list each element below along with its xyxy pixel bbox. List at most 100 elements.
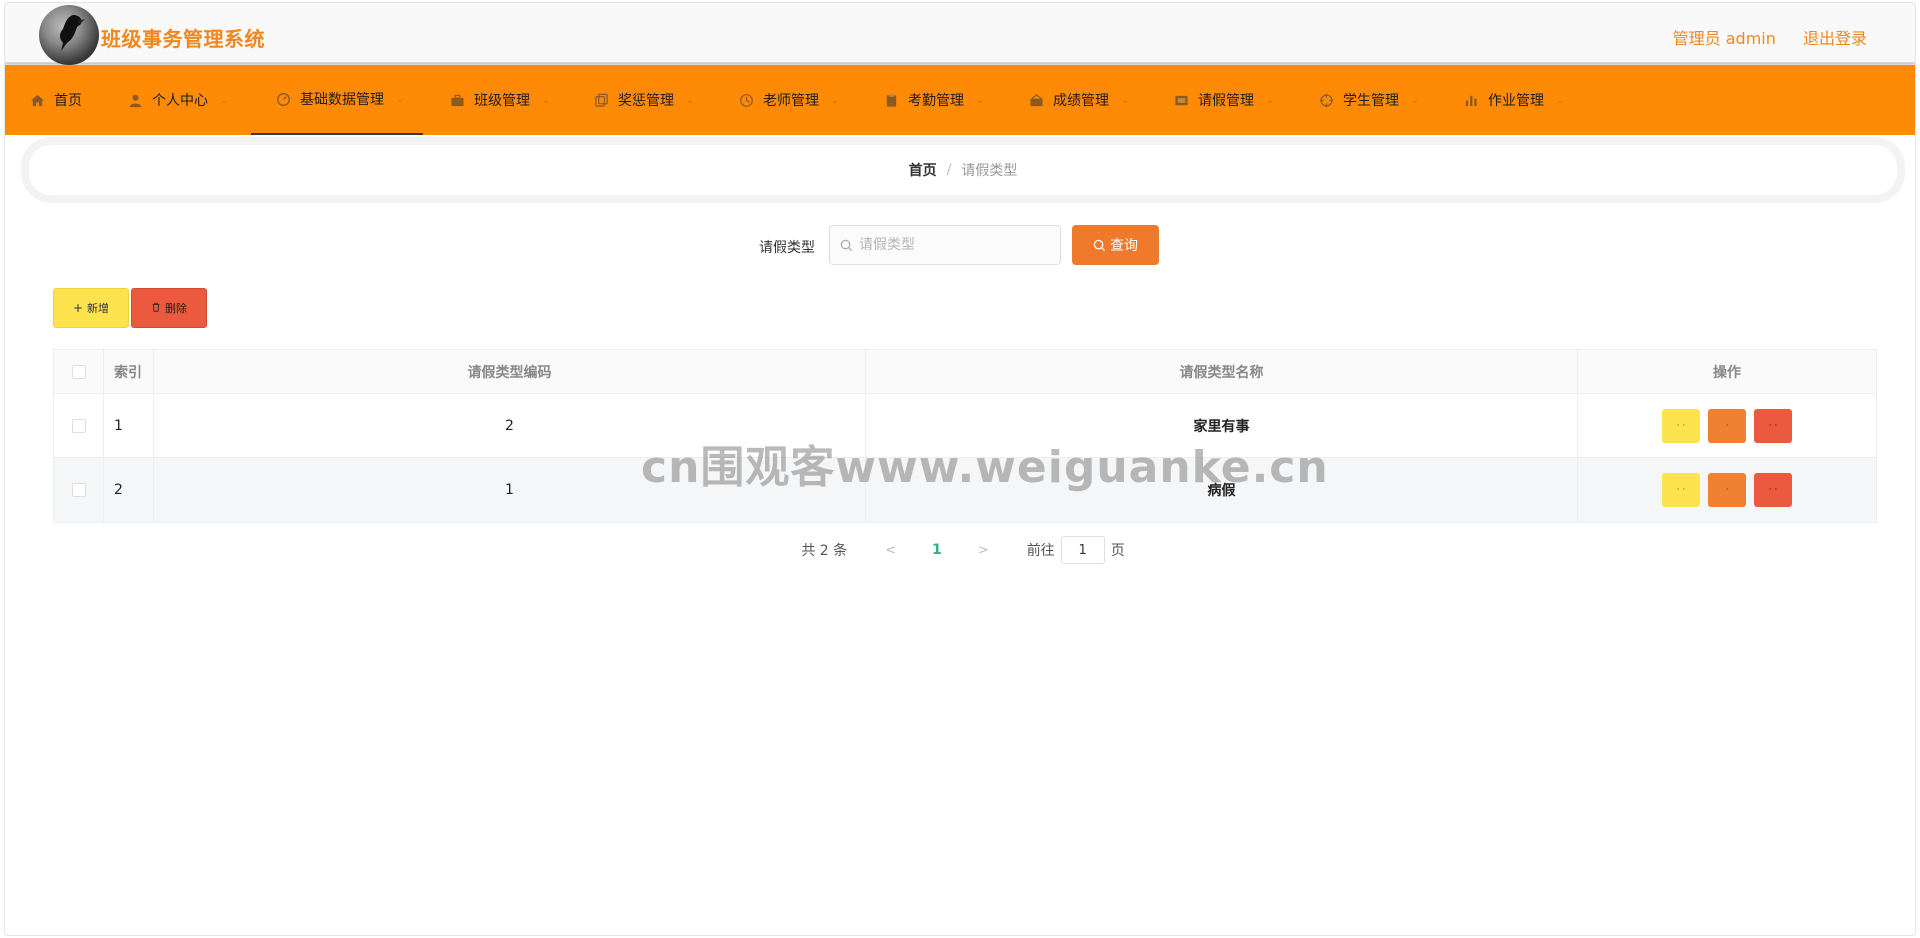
- logout-link[interactable]: 退出登录: [1803, 29, 1867, 48]
- copy-icon: [593, 92, 609, 108]
- row-index: 2: [104, 458, 154, 522]
- chevron-down-icon: ⌄: [220, 94, 229, 106]
- table-header: 索引 请假类型编码 请假类型名称 操作: [54, 350, 1876, 394]
- chevron-down-icon: ⌄: [542, 94, 551, 106]
- row-actions: · · · · ·: [1578, 458, 1876, 522]
- chart-icon: [1028, 92, 1044, 108]
- logo: [39, 5, 99, 65]
- view-button[interactable]: · ·: [1662, 408, 1700, 443]
- edit-button[interactable]: ·: [1708, 408, 1746, 443]
- page-suffix: 页: [1110, 543, 1125, 559]
- nav-label: 学生管理: [1343, 93, 1399, 109]
- chevron-down-icon: ⌄: [396, 93, 405, 105]
- bird-logo-icon: [60, 15, 85, 51]
- column-header: 操作: [1713, 364, 1741, 381]
- row-delete-button[interactable]: · ·: [1754, 408, 1792, 443]
- row-checkbox[interactable]: [71, 483, 86, 497]
- dashboard-icon: [275, 91, 291, 107]
- nav-label: 老师管理: [763, 93, 819, 109]
- breadcrumb-home[interactable]: 首页: [909, 160, 937, 180]
- nav-label: 基础数据管理: [300, 92, 384, 108]
- breadcrumb-current: 请假类型: [961, 163, 1018, 179]
- chevron-down-icon: ⌄: [1266, 94, 1275, 106]
- nav-item-home[interactable]: 首页: [29, 65, 82, 135]
- add-button-label: 新增: [87, 302, 110, 315]
- nav-label: 请假管理: [1198, 93, 1254, 109]
- nav-label: 首页: [54, 93, 82, 109]
- admin-user-link[interactable]: 管理员 admin: [1673, 29, 1776, 48]
- watermark: cn围观客www.weiguanke.cn: [641, 442, 1329, 493]
- chevron-down-icon: ⌄: [1556, 94, 1565, 106]
- nav-item-student[interactable]: 学生管理 ⌄: [1318, 65, 1419, 135]
- briefcase-icon: [449, 92, 465, 108]
- pagination: 共 2 条 < 1 > 前往 页: [29, 535, 1897, 565]
- row-checkbox-cell: [54, 458, 104, 522]
- app-title: 班级事务管理系统: [101, 27, 265, 51]
- add-button[interactable]: + 新增: [53, 288, 129, 328]
- edit-button[interactable]: ·: [1708, 473, 1746, 507]
- film-icon: [1173, 92, 1189, 108]
- select-all-checkbox[interactable]: [71, 364, 86, 379]
- chevron-down-icon: ⌄: [1121, 94, 1130, 106]
- view-button[interactable]: · ·: [1662, 473, 1700, 507]
- clock-icon: [738, 92, 754, 108]
- nav-label: 考勤管理: [908, 93, 964, 109]
- search-input[interactable]: [859, 237, 1049, 253]
- search-label: 请假类型: [759, 240, 815, 256]
- header-checkbox-cell: [54, 350, 104, 393]
- row-checkbox[interactable]: [71, 418, 86, 433]
- search-button[interactable]: 查询: [1072, 225, 1159, 265]
- row-checkbox-cell: [54, 394, 104, 457]
- top-header: 班级事务管理系统 管理员 admin 退出登录: [5, 3, 1915, 65]
- nav-label: 奖惩管理: [618, 93, 674, 109]
- nav-label: 作业管理: [1488, 93, 1544, 109]
- row-actions: · · · · ·: [1578, 394, 1876, 457]
- column-header: 请假类型名称: [866, 350, 1578, 393]
- page-number[interactable]: 1: [932, 542, 942, 558]
- nav-item-class[interactable]: 班级管理 ⌄: [449, 65, 550, 135]
- goto-page-input[interactable]: [1060, 536, 1105, 564]
- nav-item-leave[interactable]: 请假管理 ⌄: [1173, 65, 1274, 135]
- nav-label: 班级管理: [474, 93, 530, 109]
- nav-item-grades[interactable]: 成绩管理 ⌄: [1028, 65, 1129, 135]
- main-content: 请假类型 查询 + 新增 删除 索引 请假类型编码 请假类型名称: [29, 205, 1897, 583]
- search-form: 请假类型 查询: [29, 225, 1897, 265]
- delete-button[interactable]: 删除: [131, 288, 207, 328]
- pagination-total: 共 2 条: [801, 543, 848, 559]
- next-page-icon[interactable]: >: [978, 543, 989, 558]
- prev-page-icon[interactable]: <: [885, 543, 896, 558]
- nav-label: 个人中心: [152, 93, 208, 109]
- nav-item-attendance[interactable]: 考勤管理 ⌄: [883, 65, 984, 135]
- main-nav: 首页 个人中心 ⌄ 基础数据管理 ⌄ 班级管理 ⌄ 奖惩管理 ⌄ 老师管理 ⌄: [5, 65, 1915, 135]
- delete-button-label: 删除: [165, 302, 187, 315]
- chevron-down-icon: ⌄: [831, 94, 840, 106]
- row-delete-button[interactable]: · ·: [1754, 473, 1792, 507]
- column-header: 请假类型编码: [154, 350, 866, 393]
- search-icon: [840, 239, 853, 251]
- user-icon: [127, 92, 143, 108]
- search-icon: [1093, 239, 1106, 251]
- nav-item-reward[interactable]: 奖惩管理 ⌄: [593, 65, 694, 135]
- crosshair-icon: [1318, 92, 1334, 108]
- bar-chart-icon: [1463, 92, 1479, 108]
- nav-label: 成绩管理: [1053, 93, 1109, 109]
- chevron-down-icon: ⌄: [686, 94, 695, 106]
- nav-item-homework[interactable]: 作业管理 ⌄: [1463, 65, 1564, 135]
- chevron-down-icon: ⌄: [976, 94, 985, 106]
- home-icon: [29, 92, 45, 108]
- search-field: [829, 225, 1061, 265]
- nav-item-basic-data[interactable]: 基础数据管理 ⌄: [251, 65, 423, 135]
- row-index: 1: [104, 394, 154, 457]
- app-window: 班级事务管理系统 管理员 admin 退出登录 首页 个人中心 ⌄ 基础数据管理…: [4, 2, 1916, 936]
- goto-label: 前往: [1026, 543, 1055, 559]
- chevron-down-icon: ⌄: [1411, 94, 1420, 106]
- search-button-label: 查询: [1110, 237, 1138, 253]
- page-jump: 前往 页: [1027, 536, 1125, 564]
- nav-item-profile[interactable]: 个人中心 ⌄: [127, 65, 228, 135]
- clipboard-icon: [883, 92, 899, 108]
- plus-icon: +: [72, 301, 84, 315]
- breadcrumb-separator: /: [946, 162, 952, 178]
- nav-item-teacher[interactable]: 老师管理 ⌄: [738, 65, 839, 135]
- breadcrumb: 首页 / 请假类型: [29, 145, 1897, 195]
- user-area: 管理员 admin 退出登录: [1651, 25, 1867, 49]
